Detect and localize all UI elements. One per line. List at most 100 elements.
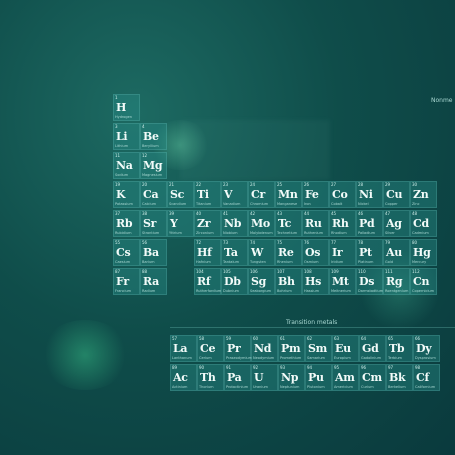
element-cell-ca[interactable]: 20 Ca Calcium xyxy=(140,181,167,208)
element-cell-ni[interactable]: 28 Ni Nickel xyxy=(356,181,383,208)
element-symbol: Tb xyxy=(389,342,405,355)
element-cell-os[interactable]: 76 Os Osmium xyxy=(302,239,329,266)
element-cell-zn[interactable]: 30 Zn Zinc xyxy=(410,181,437,208)
atomic-number: 40 xyxy=(196,211,202,216)
element-cell-eu[interactable]: 63 Eu Europium xyxy=(332,335,359,362)
element-cell-fr[interactable]: 87 Fr Francium xyxy=(113,268,140,295)
element-cell-cm[interactable]: 96 Cm Curium xyxy=(359,364,386,391)
element-cell-db[interactable]: 105 Db Dubnium xyxy=(221,268,248,295)
element-cell-cn[interactable]: 112 Cn Copernicium xyxy=(410,268,437,295)
element-cell-k[interactable]: 19 K Potassium xyxy=(113,181,140,208)
element-name: Nickel xyxy=(358,202,369,206)
element-cell-pr[interactable]: 59 Pr Praseodymium xyxy=(224,335,252,362)
atomic-number: 11 xyxy=(115,153,121,158)
element-cell-hs[interactable]: 108 Hs Hassium xyxy=(302,268,329,295)
element-cell-ir[interactable]: 77 Ir Iridium xyxy=(329,239,356,266)
element-cell-pt[interactable]: 78 Pt Platinum xyxy=(356,239,383,266)
element-cell-v[interactable]: 23 V Vanadium xyxy=(221,181,248,208)
atomic-number: 111 xyxy=(385,269,393,274)
element-cell-tc[interactable]: 43 Tc Technetium xyxy=(275,210,302,237)
element-cell-la[interactable]: 57 La Lanthanum xyxy=(170,335,197,362)
atomic-number: 37 xyxy=(115,211,121,216)
element-cell-bk[interactable]: 97 Bk Berkelium xyxy=(386,364,413,391)
element-cell-cs[interactable]: 55 Cs Caesium xyxy=(113,239,140,266)
atomic-number: 105 xyxy=(223,269,231,274)
element-cell-rh[interactable]: 45 Rh Rhodium xyxy=(329,210,356,237)
element-name: Cadmium xyxy=(412,231,429,235)
atomic-number: 4 xyxy=(142,124,145,129)
element-cell-ra[interactable]: 88 Ra Radium xyxy=(140,268,167,295)
element-symbol: Os xyxy=(305,246,321,259)
element-symbol: Au xyxy=(386,246,402,259)
element-cell-th[interactable]: 90 Th Thorium xyxy=(197,364,224,391)
element-cell-rg[interactable]: 111 Rg Roentgenium xyxy=(383,268,410,295)
element-name: Molybdenum xyxy=(250,231,273,235)
element-cell-pa[interactable]: 91 Pa Protactinium xyxy=(224,364,251,391)
element-cell-hf[interactable]: 72 Hf Hafnium xyxy=(194,239,221,266)
element-name: Hafnium xyxy=(196,260,211,264)
element-cell-mo[interactable]: 42 Mo Molybdenum xyxy=(248,210,275,237)
element-cell-hg[interactable]: 80 Hg Mercury xyxy=(410,239,437,266)
element-cell-y[interactable]: 39 Y Yttrium xyxy=(167,210,194,237)
element-cell-sm[interactable]: 62 Sm Samarium xyxy=(305,335,332,362)
element-cell-ds[interactable]: 110 Ds Darmstadtium xyxy=(356,268,383,295)
element-cell-am[interactable]: 95 Am Americium xyxy=(332,364,359,391)
element-name: Tungsten xyxy=(250,260,266,264)
element-cell-na[interactable]: 11 Na Sodium xyxy=(113,152,140,179)
element-cell-ag[interactable]: 47 Ag Silver xyxy=(383,210,410,237)
atomic-number: 73 xyxy=(223,240,229,245)
atomic-number: 60 xyxy=(253,336,259,341)
element-name: Roentgenium xyxy=(385,289,409,293)
element-cell-cr[interactable]: 24 Cr Chromium xyxy=(248,181,275,208)
element-cell-rb[interactable]: 37 Rb Rubidium xyxy=(113,210,140,237)
element-cell-rf[interactable]: 104 Rf Rutherfordium xyxy=(194,268,221,295)
element-cell-w[interactable]: 74 W Tungsten xyxy=(248,239,275,266)
element-cell-mn[interactable]: 25 Mn Manganese xyxy=(275,181,302,208)
element-cell-sc[interactable]: 21 Sc Scandium xyxy=(167,181,194,208)
element-cell-cf[interactable]: 98 Cf Californium xyxy=(413,364,440,391)
element-cell-zr[interactable]: 40 Zr Zirconium xyxy=(194,210,221,237)
element-cell-pu[interactable]: 94 Pu Plutonium xyxy=(305,364,332,391)
element-cell-mg[interactable]: 12 Mg Magnesium xyxy=(140,152,167,179)
element-symbol: Zn xyxy=(413,188,429,201)
element-cell-li[interactable]: 3 Li Lithium xyxy=(113,123,140,150)
element-symbol: Nd xyxy=(254,342,272,355)
element-cell-cu[interactable]: 29 Cu Copper xyxy=(383,181,410,208)
element-cell-ru[interactable]: 44 Ru Ruthenium xyxy=(302,210,329,237)
element-cell-be[interactable]: 4 Be Beryllium xyxy=(140,123,167,150)
element-cell-dy[interactable]: 66 Dy Dysprosium xyxy=(413,335,440,362)
element-cell-co[interactable]: 27 Co Cobalt xyxy=(329,181,356,208)
element-cell-u[interactable]: 92 U Uranium xyxy=(251,364,278,391)
element-symbol: Ta xyxy=(224,246,238,259)
element-name: Platinum xyxy=(358,260,374,264)
element-name: Neptunium xyxy=(280,385,300,389)
element-cell-bh[interactable]: 107 Bh Bohrium xyxy=(275,268,302,295)
element-cell-sg[interactable]: 106 Sg Seaborgium xyxy=(248,268,275,295)
element-name: Terbium xyxy=(388,356,402,360)
element-name: Francium xyxy=(115,289,132,293)
element-cell-au[interactable]: 79 Au Gold xyxy=(383,239,410,266)
element-cell-ta[interactable]: 73 Ta Tantalum xyxy=(221,239,248,266)
element-cell-fe[interactable]: 26 Fe Iron xyxy=(302,181,329,208)
element-cell-ba[interactable]: 56 Ba Barium xyxy=(140,239,167,266)
element-cell-re[interactable]: 75 Re Rhenium xyxy=(275,239,302,266)
element-cell-ti[interactable]: 22 Ti Titanium xyxy=(194,181,221,208)
element-cell-ce[interactable]: 58 Ce Cerium xyxy=(197,335,224,362)
element-cell-nb[interactable]: 41 Nb Niobium xyxy=(221,210,248,237)
element-symbol: Pd xyxy=(359,217,375,230)
element-cell-gd[interactable]: 64 Gd Gadolinium xyxy=(359,335,386,362)
element-cell-np[interactable]: 93 Np Neptunium xyxy=(278,364,305,391)
element-cell-cd[interactable]: 48 Cd Cadmium xyxy=(410,210,437,237)
element-cell-pd[interactable]: 46 Pd Palladium xyxy=(356,210,383,237)
element-cell-h[interactable]: 1 H Hydrogen xyxy=(113,94,140,121)
element-name: Lithium xyxy=(115,144,129,148)
element-cell-mt[interactable]: 109 Mt Meitnerium xyxy=(329,268,356,295)
atomic-number: 55 xyxy=(115,240,121,245)
element-cell-tb[interactable]: 65 Tb Terbium xyxy=(386,335,413,362)
element-cell-ac[interactable]: 89 Ac Actinium xyxy=(170,364,197,391)
element-name: Sodium xyxy=(115,173,129,177)
element-cell-nd[interactable]: 60 Nd Neodymium xyxy=(251,335,278,362)
atomic-number: 59 xyxy=(226,336,232,341)
element-cell-sr[interactable]: 38 Sr Strontium xyxy=(140,210,167,237)
element-cell-pm[interactable]: 61 Pm Promethium xyxy=(278,335,305,362)
